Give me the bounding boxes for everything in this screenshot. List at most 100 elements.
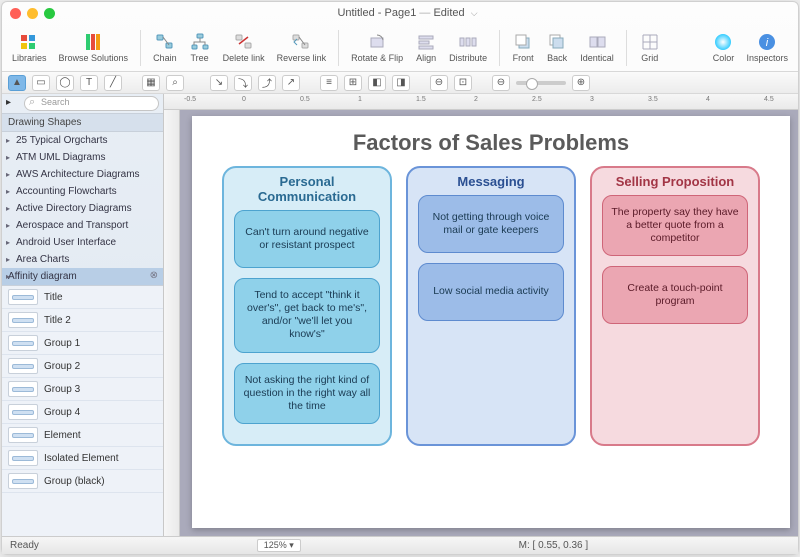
sidebar-item[interactable]: Android User Interface [2,234,163,251]
connector-tool-3[interactable]: ⤴ [258,75,276,91]
back-button[interactable]: Back [542,30,572,65]
affinity-card[interactable]: Low social media activity [418,263,564,321]
sidebar-item-affinity[interactable]: Affinity diagram [2,268,163,285]
sidebar-item[interactable]: Aerospace and Transport [2,217,163,234]
minimize-icon[interactable] [27,8,38,19]
shape-item[interactable]: Group 1 [2,332,163,355]
affinity-group[interactable]: Messaging Not getting through voice mail … [406,166,576,446]
text-tool[interactable]: T [80,75,98,91]
browse-solutions-button[interactable]: Browse Solutions [55,30,133,65]
shape-thumb-icon [8,335,38,351]
shape-thumb-icon [8,312,38,328]
zoom-minus[interactable]: ⊖ [492,75,510,91]
cursor-coords: M: [ 0.55, 0.36 ] [519,540,588,551]
shape-item[interactable]: Group 2 [2,355,163,378]
titlebar: Untitled - Page1 — Edited ⌵ [2,2,798,24]
shape-item[interactable]: Group (black) [2,470,163,493]
shape-label: Title 2 [44,315,71,326]
rotate-flip-button[interactable]: Rotate & Flip [347,30,407,65]
reverse-link-button[interactable]: Reverse link [273,30,331,65]
sidebar-item[interactable]: ATM UML Diagrams [2,149,163,166]
page: Factors of Sales Problems Personal Commu… [192,116,790,528]
grid-toggle[interactable]: ▦ [142,75,160,91]
rect-tool[interactable]: ▭ [32,75,50,91]
search-tool[interactable]: ⌕ [166,75,184,91]
connector-tool-1[interactable]: ↘ [210,75,228,91]
shape-label: Isolated Element [44,453,119,464]
pointer-tool[interactable]: ▲ [8,75,26,91]
distribute-button[interactable]: Distribute [445,30,491,65]
zoom-out-button[interactable]: ⊖ [430,75,448,91]
sidebar-item[interactable]: AWS Architecture Diagrams [2,166,163,183]
style-tool-1[interactable]: ≡ [320,75,338,91]
shape-item[interactable]: Group 3 [2,378,163,401]
status-ready: Ready [10,540,39,551]
group-title[interactable]: Messaging [418,174,564,189]
tree-button[interactable]: Tree [185,30,215,65]
shape-item[interactable]: Title 2 [2,309,163,332]
affinity-group[interactable]: Selling Proposition The property say they… [590,166,760,446]
shape-label: Element [44,430,81,441]
sidebar: ▸ Search Drawing Shapes 25 Typical Orgch… [2,94,164,536]
chevron-down-icon[interactable]: ⌵ [471,8,478,18]
style-tool-3[interactable]: ◧ [368,75,386,91]
canvas[interactable]: Factors of Sales Problems Personal Commu… [180,110,798,536]
group-title[interactable]: Personal Communication [234,174,380,204]
style-tool-4[interactable]: ◨ [392,75,410,91]
shape-label: Title [44,292,63,303]
affinity-card[interactable]: Tend to accept "think it over's", get ba… [234,278,380,353]
identical-button[interactable]: Identical [576,30,618,65]
chain-button[interactable]: Chain [149,30,181,65]
close-icon[interactable] [10,8,21,19]
front-button[interactable]: Front [508,30,538,65]
diagram-title[interactable]: Factors of Sales Problems [210,130,772,156]
disclosure-icon[interactable]: ▸ [6,97,20,111]
grid-button[interactable]: Grid [635,30,665,65]
zoom-icon[interactable] [44,8,55,19]
shape-label: Group 2 [44,361,80,372]
line-tool[interactable]: ╱ [104,75,122,91]
shape-label: Group 1 [44,338,80,349]
sidebar-item[interactable]: Area Charts [2,251,163,268]
sidebar-item[interactable]: Active Directory Diagrams [2,200,163,217]
ruler-tick: 3 [590,96,594,103]
align-button[interactable]: Align [411,30,441,65]
group-title[interactable]: Selling Proposition [602,174,748,189]
ruler-tick: 4 [706,96,710,103]
shape-thumb-icon [8,289,38,305]
color-button[interactable]: Color [708,30,738,65]
zoom-plus[interactable]: ⊕ [572,75,590,91]
delete-link-button[interactable]: Delete link [219,30,269,65]
affinity-card[interactable]: Create a touch-point program [602,266,748,324]
window-title: Untitled - Page1 — Edited ⌵ [65,7,750,19]
affinity-card[interactable]: Can't turn around negative or resistant … [234,210,380,268]
shape-label: Group 4 [44,407,80,418]
shape-item[interactable]: Title [2,286,163,309]
zoom-slider[interactable] [516,81,566,85]
shape-label: Group 3 [44,384,80,395]
ruler-vertical [164,110,180,536]
connector-tool-2[interactable]: ⤵ [234,75,252,91]
libraries-button[interactable]: Libraries [8,30,51,65]
sidebar-item[interactable]: 25 Typical Orgcharts [2,132,163,149]
sidebar-header: Drawing Shapes [2,114,163,132]
connector-tool-4[interactable]: ↗ [282,75,300,91]
affinity-group[interactable]: Personal Communication Can't turn around … [222,166,392,446]
style-tool-2[interactable]: ⊞ [344,75,362,91]
affinity-card[interactable]: Not asking the right kind of question in… [234,363,380,424]
inspectors-button[interactable]: iInspectors [742,30,792,65]
shape-item[interactable]: Element [2,424,163,447]
ruler-horizontal: -0.500.511.522.533.544.5 [164,94,798,110]
shape-thumb-icon [8,427,38,443]
shape-item[interactable]: Group 4 [2,401,163,424]
affinity-card[interactable]: The property say they have a better quot… [602,195,748,256]
ruler-tick: 1.5 [416,96,426,103]
zoom-level[interactable]: 125% ▾ [257,539,301,552]
sidebar-item[interactable]: Accounting Flowcharts [2,183,163,200]
ellipse-tool[interactable]: ◯ [56,75,74,91]
zoom-fit-button[interactable]: ⊡ [454,75,472,91]
search-input[interactable]: Search [24,96,159,111]
affinity-card[interactable]: Not getting through voice mail or gate k… [418,195,564,253]
ruler-tick: 0 [242,96,246,103]
shape-item[interactable]: Isolated Element [2,447,163,470]
